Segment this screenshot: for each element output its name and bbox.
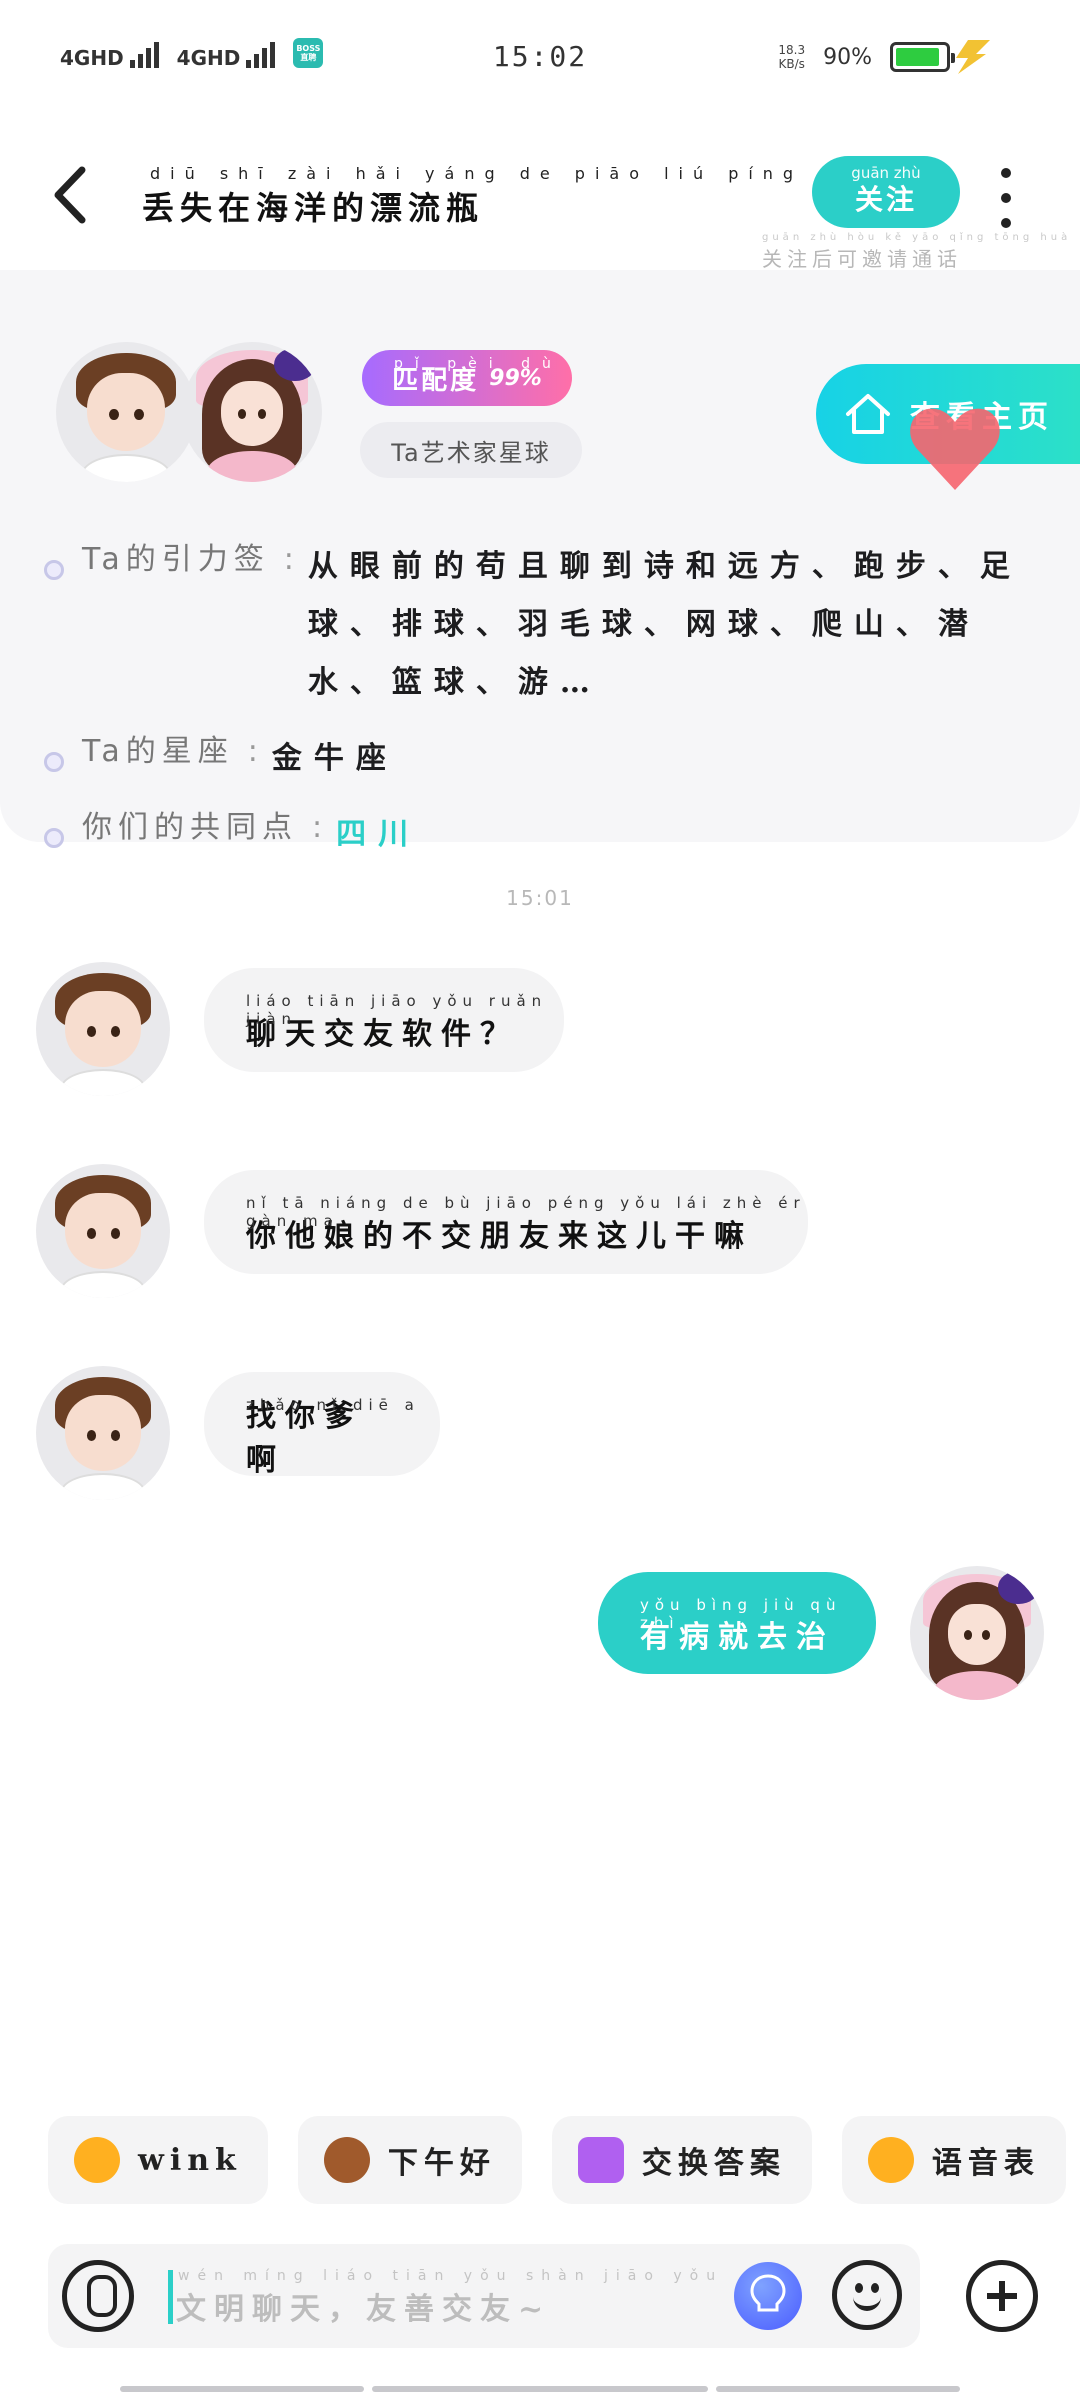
gravity-tag-value: 从眼前的苟且聊到诗和远方、跑步、足球、排球、羽毛球、网球、爬山、潜水、篮球、游… bbox=[307, 549, 1022, 700]
message-bubble[interactable]: liáo tiān jiāo yǒu ruǎn jiàn 聊天交友软件？ bbox=[204, 968, 564, 1072]
zodiac-value: 金牛座 bbox=[271, 741, 398, 776]
zodiac-label: Ta的星座 bbox=[82, 734, 234, 769]
match-profile-card: 匹配度 99% pǐ pèi dù Ta艺术家星球 查看主页 Ta的引力签 : … bbox=[0, 270, 1080, 852]
quick-reply-afternoon[interactable]: 下午好 bbox=[297, 2116, 522, 2204]
chat-timestamp: 15:01 bbox=[506, 886, 574, 910]
my-avatar[interactable] bbox=[182, 342, 322, 482]
follow-hint-pinyin: guān zhù hòu kě yāo qǐng tōng huà bbox=[762, 232, 1072, 243]
message-pinyin: zhǎo nǐ diē a bbox=[246, 1396, 420, 1414]
quick-reply-bar: wink 下午好 交换答案 语音表 bbox=[48, 2116, 1066, 2204]
emoji-icon[interactable] bbox=[832, 2260, 902, 2330]
partner-avatar[interactable] bbox=[36, 1164, 170, 1298]
partner-avatar[interactable] bbox=[36, 962, 170, 1096]
planet-icon bbox=[274, 347, 317, 382]
ai-assistant-icon[interactable] bbox=[734, 2262, 802, 2330]
common-point-row: 你们的共同点 : 四川 bbox=[44, 806, 1044, 864]
bullet-icon bbox=[44, 828, 64, 848]
my-avatar[interactable] bbox=[910, 1566, 1044, 1700]
partner-avatar[interactable] bbox=[56, 342, 196, 482]
message-input-bar: wén míng liáo tiān yǒu shàn jiāo yǒu 文明聊… bbox=[48, 2244, 920, 2348]
nav-indicator bbox=[716, 2386, 960, 2392]
common-point-label: 你们的共同点 bbox=[82, 810, 298, 845]
battery-percent: 90% bbox=[823, 44, 872, 70]
network-speed: 18.3 KB/s bbox=[778, 43, 805, 71]
message-pinyin: nǐ tā niáng de bù jiāo péng yǒu lái zhè … bbox=[246, 1194, 806, 1230]
follow-hint: guān zhù hòu kě yāo qǐng tōng huà 关注后可邀请… bbox=[762, 232, 1071, 272]
quick-reply-label: 下午好 bbox=[387, 2146, 496, 2181]
bullet-icon bbox=[44, 752, 64, 772]
exchange-icon bbox=[577, 2137, 624, 2183]
follow-pinyin: guān zhù bbox=[851, 164, 921, 182]
partner-avatar[interactable] bbox=[36, 1366, 170, 1500]
quick-reply-wink[interactable]: wink bbox=[48, 2116, 268, 2204]
profile-info-list: Ta的引力签 : 从眼前的苟且聊到诗和远方、跑步、足球、排球、羽毛球、网球、爬山… bbox=[44, 538, 1044, 882]
follow-label: 关注 bbox=[854, 183, 917, 216]
message-pinyin: liáo tiān jiāo yǒu ruǎn jiàn bbox=[246, 992, 548, 1028]
message-pinyin: yǒu bìng jiù qù zhì bbox=[640, 1596, 842, 1632]
follow-button[interactable]: guān zhù 关注 bbox=[812, 156, 960, 228]
message-input[interactable]: 文明聊天，友善交友~ bbox=[176, 2284, 551, 2328]
match-pinyin: pǐ pèi dù bbox=[394, 356, 563, 372]
battery-icon bbox=[890, 42, 955, 72]
house-icon bbox=[846, 394, 890, 434]
page-title: 丢失在海洋的漂流瓶 bbox=[142, 189, 485, 227]
bullet-icon bbox=[44, 560, 64, 580]
speed-value: 18.3 bbox=[778, 43, 806, 57]
message-bubble[interactable]: zhǎo nǐ diē a 找你爹啊 bbox=[204, 1372, 440, 1478]
gravity-tag-label: Ta的引力签 bbox=[82, 542, 270, 577]
wink-emoji-icon bbox=[74, 2137, 120, 2183]
my-message-bubble[interactable]: yǒu bìng jiù qù zhì 有病就去治 bbox=[598, 1572, 876, 1674]
coffee-icon bbox=[323, 2137, 370, 2183]
more-options-icon[interactable] bbox=[994, 168, 1018, 228]
nav-indicator bbox=[372, 2386, 708, 2392]
zodiac-row: Ta的星座 : 金牛座 bbox=[44, 730, 1044, 788]
text-cursor bbox=[168, 2270, 173, 2324]
voice-input-icon[interactable] bbox=[62, 2260, 134, 2332]
charging-bolt-icon bbox=[956, 40, 990, 74]
quick-reply-label: 交换答案 bbox=[641, 2146, 786, 2181]
quick-reply-label: 语音表 bbox=[931, 2146, 1040, 2181]
common-point-value: 四川 bbox=[336, 817, 421, 852]
status-bar: 4GHD 4GHD BOSS直聘 15:02 18.3 KB/s 90% bbox=[0, 0, 1080, 120]
nav-indicator bbox=[120, 2386, 364, 2392]
planet-icon bbox=[998, 1571, 1039, 1604]
follow-hint-text: 关注后可邀请通话 bbox=[762, 247, 962, 271]
voice-emoji-icon bbox=[867, 2137, 914, 2183]
chat-header: diū shī zài hǎi yáng de piāo liú píng 丢失… bbox=[0, 120, 1080, 272]
status-right: 18.3 KB/s 90% bbox=[778, 42, 955, 72]
star-planet-badge[interactable]: Ta艺术家星球 bbox=[360, 422, 582, 478]
battery-fill bbox=[896, 48, 940, 66]
quick-reply-label: wink bbox=[138, 2142, 242, 2178]
quick-reply-voice[interactable]: 语音表 bbox=[841, 2116, 1066, 2204]
speed-unit: KB/s bbox=[778, 57, 805, 71]
title-pinyin: diū shī zài hǎi yáng de piāo liú píng bbox=[150, 164, 804, 183]
add-attachment-icon[interactable] bbox=[966, 2260, 1038, 2332]
back-arrow-icon[interactable] bbox=[46, 162, 96, 228]
chat-title-block: diū shī zài hǎi yáng de piāo liú píng 丢失… bbox=[142, 164, 803, 229]
quick-reply-exchange[interactable]: 交换答案 bbox=[551, 2116, 812, 2204]
placeholder-pinyin: wén míng liáo tiān yǒu shàn jiāo yǒu bbox=[178, 2268, 724, 2284]
message-bubble[interactable]: nǐ tā niáng de bù jiāo péng yǒu lái zhè … bbox=[204, 1170, 808, 1274]
heart-icon bbox=[910, 408, 1000, 490]
gravity-tag-row: Ta的引力签 : 从眼前的苟且聊到诗和远方、跑步、足球、排球、羽毛球、网球、爬山… bbox=[44, 538, 1044, 712]
